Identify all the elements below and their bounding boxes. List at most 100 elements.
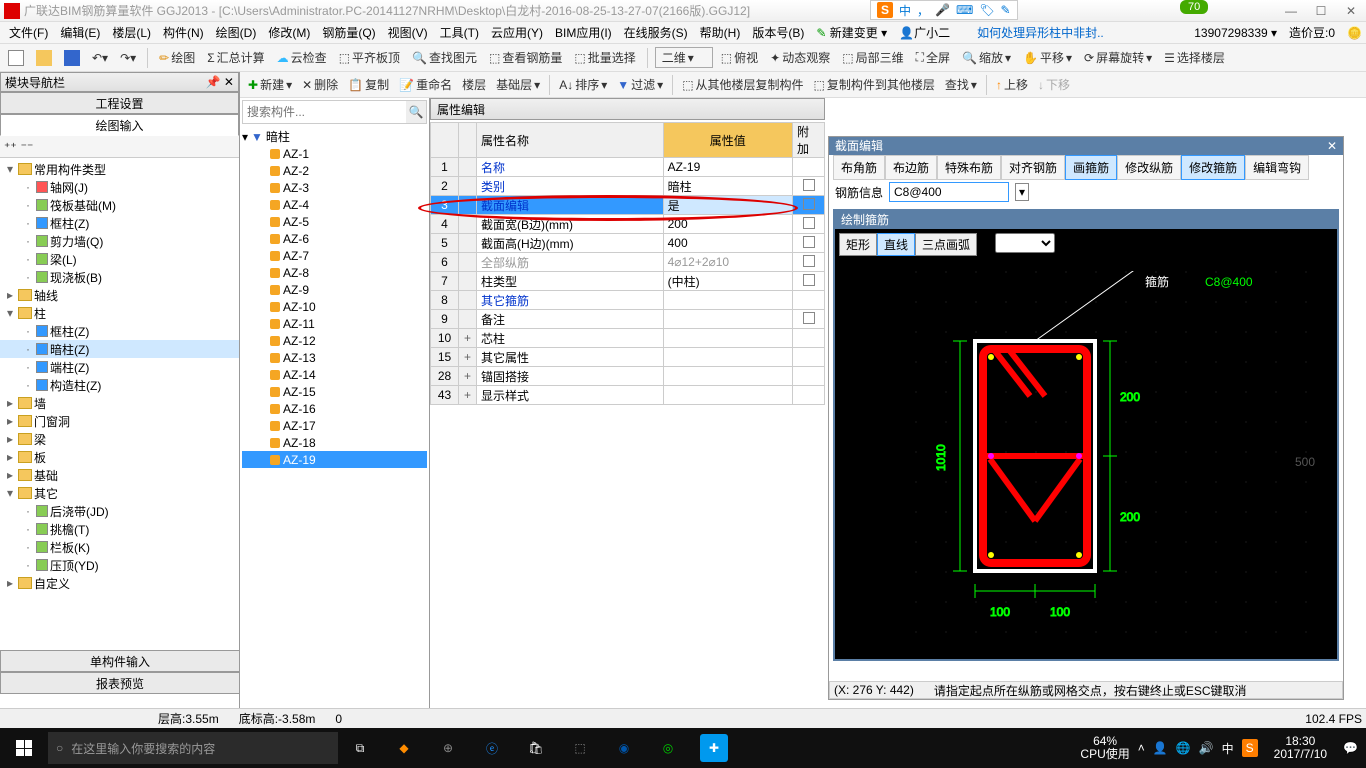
- phone-label[interactable]: 13907298339 ▾: [1194, 26, 1277, 40]
- fullscreen-button[interactable]: ⛶ 全屏: [912, 47, 954, 68]
- prop-row[interactable]: 15+其它属性: [431, 348, 825, 367]
- ime-i2[interactable]: 🎤: [935, 3, 950, 17]
- ime-i5[interactable]: ✎: [1001, 3, 1011, 17]
- section-tab[interactable]: 修改纵筋: [1117, 155, 1181, 180]
- tree-node[interactable]: ▸轴线: [0, 286, 239, 304]
- tree-node[interactable]: ·梁(L): [0, 250, 239, 268]
- tab-single[interactable]: 单构件输入: [0, 650, 240, 672]
- tree-node[interactable]: ▸板: [0, 448, 239, 466]
- prop-row[interactable]: 8其它箍筋: [431, 291, 825, 310]
- new-file-button[interactable]: [4, 48, 28, 68]
- prop-row[interactable]: 4截面宽(B边)(mm)200: [431, 215, 825, 234]
- rebar-dropdown-icon[interactable]: ▾: [1015, 183, 1029, 201]
- ctree-item[interactable]: AZ-7: [242, 247, 427, 264]
- menu-tool[interactable]: 工具(T): [435, 22, 484, 43]
- ctree-item[interactable]: AZ-3: [242, 179, 427, 196]
- menu-rebar[interactable]: 钢筋量(Q): [317, 22, 380, 43]
- ctree-item[interactable]: AZ-16: [242, 400, 427, 417]
- ctree-item[interactable]: AZ-9: [242, 281, 427, 298]
- rotate-dropdown[interactable]: ⟳ 屏幕旋转 ▾: [1080, 47, 1156, 68]
- section-tab[interactable]: 画箍筋: [1065, 155, 1117, 180]
- tree-node[interactable]: ▾其它: [0, 484, 239, 502]
- prop-row[interactable]: 6全部纵筋4⌀12+2⌀10: [431, 253, 825, 272]
- ctree-item[interactable]: AZ-11: [242, 315, 427, 332]
- tree-node[interactable]: ·挑檐(T): [0, 520, 239, 538]
- tree-node[interactable]: ▸门窗洞: [0, 412, 239, 430]
- orbit-button[interactable]: ✦ 动态观察: [766, 47, 834, 68]
- ctree-item[interactable]: AZ-5: [242, 213, 427, 230]
- sum-button[interactable]: Σ 汇总计算: [203, 47, 268, 68]
- maximize-button[interactable]: ☐: [1306, 0, 1336, 22]
- prop-row[interactable]: 9备注: [431, 310, 825, 329]
- movedown-button[interactable]: ↓ 下移: [1034, 74, 1074, 95]
- redo-button[interactable]: ↷▾: [116, 49, 140, 67]
- prop-row[interactable]: 10+芯柱: [431, 329, 825, 348]
- tree-node[interactable]: ·轴网(J): [0, 178, 239, 196]
- new-change-button[interactable]: ✎ 新建变更 ▾: [811, 22, 892, 43]
- tree-node[interactable]: ·构造柱(Z): [0, 376, 239, 394]
- prop-row[interactable]: 3截面编辑是: [431, 196, 825, 215]
- canvas-dropdown[interactable]: [995, 233, 1055, 253]
- menu-floor[interactable]: 楼层(L): [107, 22, 156, 43]
- ctree-item[interactable]: AZ-18: [242, 434, 427, 451]
- menu-draw[interactable]: 绘图(D): [211, 22, 262, 43]
- start-button[interactable]: [0, 728, 48, 768]
- tree-node[interactable]: ·压顶(YD): [0, 556, 239, 574]
- tree-node[interactable]: ▾柱: [0, 304, 239, 322]
- menu-cloud[interactable]: 云应用(Y): [486, 22, 548, 43]
- faq-link[interactable]: 如何处理异形柱中非封..: [977, 24, 1104, 41]
- floor-dropdown[interactable]: 基础层 ▾: [492, 74, 544, 95]
- tray-vol-icon[interactable]: 🔊: [1199, 741, 1214, 755]
- property-table[interactable]: 属性名称属性值附加 1名称AZ-192类别暗柱3截面编辑是4截面宽(B边)(mm…: [430, 122, 825, 405]
- task-app1[interactable]: ◆: [392, 736, 416, 760]
- section-tab[interactable]: 对齐钢筋: [1001, 155, 1065, 180]
- menu-edit[interactable]: 编辑(E): [55, 22, 105, 43]
- tree-node[interactable]: ·剪力墙(Q): [0, 232, 239, 250]
- tree-node[interactable]: ·框柱(Z): [0, 322, 239, 340]
- del-comp-button[interactable]: ✕ 删除: [298, 74, 342, 95]
- prop-row[interactable]: 43+显示样式: [431, 386, 825, 405]
- prop-row[interactable]: 2类别暗柱: [431, 177, 825, 196]
- ctree-item[interactable]: AZ-19: [242, 451, 427, 468]
- task-edge[interactable]: ⓔ: [480, 736, 504, 760]
- ctree-item[interactable]: AZ-14: [242, 366, 427, 383]
- tree-node[interactable]: ·框柱(Z): [0, 214, 239, 232]
- find-button[interactable]: 🔍 查找图元: [408, 47, 481, 68]
- menu-help[interactable]: 帮助(H): [695, 22, 746, 43]
- copyfrom-button[interactable]: ⬚ 从其他楼层复制构件: [678, 74, 807, 95]
- ime-bar[interactable]: S 中 ， 🎤 ⌨ 🏷 ✎: [870, 0, 1018, 20]
- 2d-dropdown[interactable]: 二维 ▾: [655, 47, 713, 68]
- ctree-item[interactable]: AZ-13: [242, 349, 427, 366]
- cortana-search[interactable]: ○ 在这里输入你要搜索的内容: [48, 732, 338, 764]
- ctree-item[interactable]: AZ-15: [242, 383, 427, 400]
- task-store[interactable]: 🛍: [524, 736, 548, 760]
- clock[interactable]: 18:302017/7/10: [1266, 735, 1335, 761]
- ctree-item[interactable]: AZ-17: [242, 417, 427, 434]
- tree-node[interactable]: ▸墙: [0, 394, 239, 412]
- expand-icon[interactable]: ⁺⁺: [4, 140, 17, 154]
- tray-net-icon[interactable]: 🌐: [1176, 741, 1191, 755]
- search-input[interactable]: [243, 101, 406, 123]
- tray-ime-icon[interactable]: 中: [1222, 740, 1234, 757]
- ctree-item[interactable]: AZ-1: [242, 145, 427, 162]
- draw-mode-btn[interactable]: 矩形: [839, 233, 877, 256]
- local3d-button[interactable]: ⬚ 局部三维: [838, 47, 907, 68]
- ctree-item[interactable]: AZ-2: [242, 162, 427, 179]
- tray-sogou-icon[interactable]: S: [1242, 739, 1258, 757]
- taskview-icon[interactable]: ⧉: [348, 736, 372, 760]
- align-button[interactable]: ⬚ 平齐板顶: [335, 47, 404, 68]
- prop-row[interactable]: 7柱类型(中柱): [431, 272, 825, 291]
- cloudcheck-button[interactable]: ☁云检查: [273, 47, 331, 68]
- ctree-item[interactable]: AZ-4: [242, 196, 427, 213]
- task-app3[interactable]: ⬚: [568, 736, 592, 760]
- rename-button[interactable]: 📝 重命名: [395, 74, 456, 95]
- component-tree[interactable]: ▾▼暗柱AZ-1AZ-2AZ-3AZ-4AZ-5AZ-6AZ-7AZ-8AZ-9…: [240, 126, 429, 470]
- section-tab[interactable]: 特殊布筋: [937, 155, 1001, 180]
- ime-i4[interactable]: 🏷: [979, 3, 994, 17]
- tray-up-icon[interactable]: ˄: [1138, 741, 1145, 755]
- tree-node[interactable]: ▸基础: [0, 466, 239, 484]
- close-button[interactable]: ✕: [1336, 0, 1366, 22]
- moveup-button[interactable]: ↑ 上移: [992, 74, 1032, 95]
- tray-notif-icon[interactable]: 💬: [1343, 741, 1358, 755]
- menu-file[interactable]: 文件(F): [4, 22, 53, 43]
